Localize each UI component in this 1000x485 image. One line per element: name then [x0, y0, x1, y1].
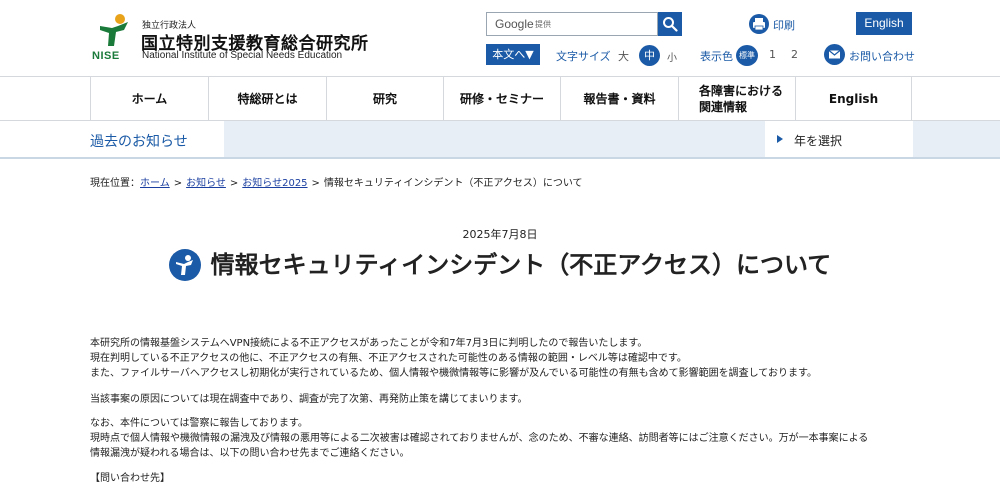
paragraph-line: 当該事案の原因については現在調査中であり、調査が完了次第、再発防止策を講じてまい… — [90, 394, 528, 405]
font-size-large-button[interactable]: 大 — [618, 48, 629, 64]
site-logo[interactable]: NISE 独立行政法人 国立特別支援教育総合研究所 National Insti… — [90, 12, 368, 64]
site-header: NISE 独立行政法人 国立特別支援教育総合研究所 National Insti… — [0, 0, 1000, 76]
nise-logo-icon — [100, 14, 128, 46]
breadcrumb-prefix: 現在位置： — [90, 178, 140, 189]
article-header: 情報セキュリティインシデント（不正アクセス）について — [0, 248, 1000, 282]
search-button[interactable] — [658, 12, 682, 36]
article-title-block: 情報セキュリティインシデント（不正アクセス）について — [168, 248, 832, 282]
paragraph-line: 情報漏洩が疑われる場合は、以下の問い合わせ先までご連絡ください。 — [90, 448, 410, 459]
search-icon — [663, 17, 678, 32]
breadcrumb: 現在位置：ホーム > お知らせ > お知らせ2025 > 情報セキュリティインシデント（不正… — [90, 174, 583, 189]
paragraph-line: 【問い合わせ先】 — [90, 473, 170, 484]
search-input[interactable]: Google 提供 — [486, 12, 658, 36]
global-nav: ホーム 特総研とは 研究 研修・セミナー 報告書・資料 各障害における 関連情報… — [0, 76, 1000, 121]
breadcrumb-news-link[interactable]: お知らせ — [186, 178, 226, 189]
paragraph-line: また、ファイルサーバへアクセスし初期化が実行されているため、個人情報や機微情報等… — [90, 368, 817, 379]
paragraph-line: 現在判明している不正アクセスの他に、不正アクセスの有無、不正アクセスされた可能性… — [90, 353, 687, 364]
page-title: 情報セキュリティインシデント（不正アクセス）について — [210, 251, 832, 279]
breadcrumb-separator: > — [311, 178, 320, 189]
breadcrumb-home-link[interactable]: ホーム — [140, 178, 170, 189]
nav-item-training[interactable]: 研修・セミナー — [443, 77, 560, 120]
year-select[interactable]: 年を選択 — [765, 121, 913, 157]
search-engine-label: Google — [495, 17, 534, 31]
display-color-standard-button[interactable]: 標準 — [736, 45, 758, 66]
display-color-2-button[interactable]: 2 — [791, 48, 798, 61]
breadcrumb-current: 情報セキュリティインシデント（不正アクセス）について — [323, 178, 583, 189]
breadcrumb-separator: > — [173, 178, 183, 189]
logo-name-en: National Institute of Special Needs Educ… — [142, 50, 343, 61]
breadcrumb-separator: > — [229, 178, 239, 189]
font-size-small-button[interactable]: 小 — [667, 49, 677, 64]
font-size-label: 文字サイズ — [556, 50, 611, 63]
article-paragraph: 本研究所の情報基盤システムへVPN接続による不正アクセスがあったことが令和7年7… — [90, 336, 920, 381]
sub-header-bar: 過去のお知らせ 年を選択 — [0, 121, 1000, 159]
contact-label: お問い合わせ — [849, 50, 915, 63]
article-paragraph: なお、本件については警察に報告しております。 現時点で個人情報や機微情報の漏洩及… — [90, 416, 920, 461]
display-color-label: 表示色 — [700, 50, 733, 63]
paragraph-line: なお、本件については警察に報告しております。 — [90, 418, 308, 429]
breadcrumb-news2025-link[interactable]: お知らせ2025 — [242, 178, 307, 189]
accessibility-person-icon — [168, 249, 201, 281]
print-label: 印刷 — [773, 19, 795, 32]
nav-item-research[interactable]: 研究 — [326, 77, 443, 120]
printer-icon — [749, 14, 769, 34]
nav-item-english[interactable]: English — [795, 77, 912, 120]
triangle-right-icon — [777, 135, 783, 143]
article-date: 2025年7月8日 — [462, 228, 538, 241]
paragraph-line: 現時点で個人情報や機微情報の漏洩及び情報の悪用等による二次被害は確認されておりま… — [90, 433, 869, 444]
display-color-1-button[interactable]: 1 — [769, 48, 776, 61]
nav-item-reports[interactable]: 報告書・資料 — [560, 77, 678, 120]
contact-heading: 【問い合わせ先】 — [90, 471, 920, 485]
year-select-label: 年を選択 — [794, 134, 843, 148]
english-button[interactable]: English — [856, 12, 912, 35]
article-paragraph: 当該事案の原因については現在調査中であり、調査が完了次第、再発防止策を講じてまい… — [90, 392, 920, 407]
font-size-medium-button[interactable]: 中 — [639, 45, 660, 66]
mail-icon — [824, 44, 845, 65]
skip-to-main-button[interactable]: 本文へ▼ — [486, 44, 540, 65]
search-provided-label: 提供 — [535, 20, 551, 29]
page-section-title: 過去のお知らせ — [90, 134, 188, 150]
nav-item-disabilities[interactable]: 各障害における 関連情報 — [678, 77, 795, 120]
logo-acronym: NISE — [92, 50, 120, 62]
nav-item-home[interactable]: ホーム — [90, 77, 208, 120]
paragraph-line: 本研究所の情報基盤システムへVPN接続による不正アクセスがあったことが令和7年7… — [90, 338, 648, 349]
nav-item-about[interactable]: 特総研とは — [208, 77, 326, 120]
